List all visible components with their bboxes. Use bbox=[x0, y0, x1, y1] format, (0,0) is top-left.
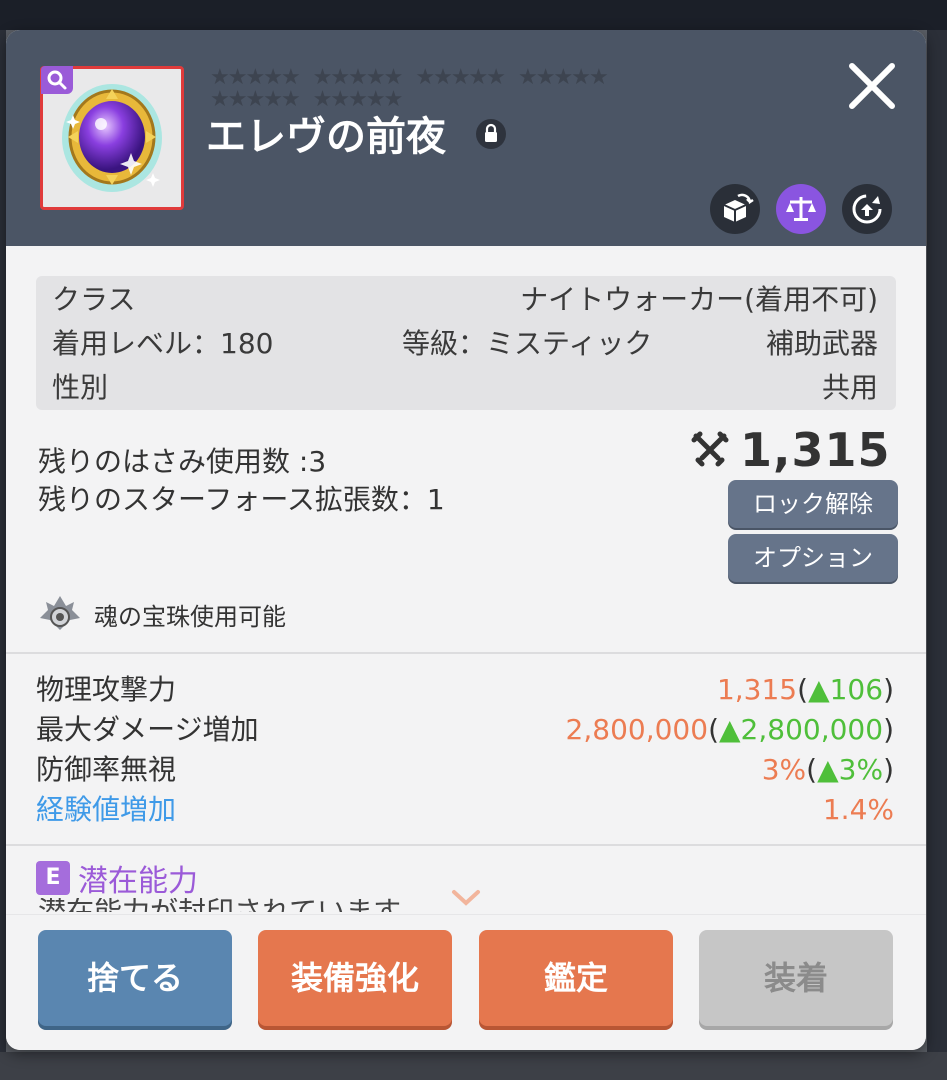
equip-button[interactable]: 装着 bbox=[699, 930, 893, 1026]
stat-main-value: 3% bbox=[761, 753, 807, 786]
star: ★ bbox=[312, 65, 333, 90]
starforce-stars: ★ ★ ★ ★ ★ ★ ★ ★ ★ ★ ★ ★ ★ ★ ★ ★ ★ ★ ★ ★ ★ ★ ★ ★ ★ ★ ★ ★ ★ ★ bbox=[210, 67, 710, 111]
stat-label: 物理攻撃力 bbox=[36, 673, 177, 706]
unlock-button[interactable]: ロック解除 bbox=[728, 480, 898, 528]
search-icon bbox=[47, 70, 67, 90]
stat-row-max-damage: 最大ダメージ増加 2,800,000(▲2,800,000) bbox=[36, 710, 894, 750]
stat-row-attack: 物理攻撃力 1,315(▲106) bbox=[36, 670, 894, 710]
item-detail-dialog: ★ ★ ★ ★ ★ ★ ★ ★ ★ ★ ★ ★ ★ ★ ★ ★ ★ ★ ★ ★ ★ ★ ★ ★ ★ ★ ★ ★ ★ ★ エレヴの… bbox=[6, 30, 926, 1050]
divider bbox=[6, 652, 926, 654]
star: ★ bbox=[210, 65, 230, 90]
stat-label: 経験値増加 bbox=[36, 793, 177, 826]
star: ★ bbox=[433, 65, 453, 90]
grade-label: 等級：ミスティック bbox=[402, 327, 653, 360]
transfer-icon[interactable] bbox=[842, 184, 892, 234]
expand-button[interactable] bbox=[450, 888, 482, 912]
soul-usable: 魂の宝珠使用可能 bbox=[36, 592, 286, 636]
gender-label: 性別 bbox=[52, 371, 109, 404]
gender-value: 共用 bbox=[821, 371, 878, 404]
class-row: クラス ナイトウォーカー(着用不可) bbox=[36, 278, 896, 322]
stat-value: 1,315(▲106) bbox=[716, 673, 894, 706]
level-label: 着用レベル：180 bbox=[52, 327, 274, 360]
stat-main-value: 1,315 bbox=[716, 673, 798, 706]
star: ★ bbox=[450, 65, 471, 90]
star: ★ bbox=[280, 87, 301, 112]
combat-power: 1,315 bbox=[690, 422, 891, 478]
class-value: ナイトウォーカー(着用不可) bbox=[520, 283, 878, 316]
discard-button[interactable]: 捨てる bbox=[38, 930, 232, 1026]
scissors-remaining: 残りのはさみ使用数 :3 bbox=[38, 445, 327, 478]
star: ★ bbox=[280, 65, 301, 90]
stat-bonus: 106 bbox=[829, 673, 884, 706]
star: ★ bbox=[263, 65, 283, 90]
stat-row-ignore-defense: 防御率無視 3%(▲3%) bbox=[36, 750, 894, 790]
enhance-button[interactable]: 装備強化 bbox=[258, 930, 452, 1026]
star: ★ bbox=[348, 87, 368, 112]
potential-description: 潜在能力が封印されています bbox=[38, 898, 401, 912]
class-label: クラス bbox=[52, 283, 136, 316]
star: ★ bbox=[263, 87, 283, 112]
star: ★ bbox=[383, 65, 404, 90]
star: ★ bbox=[330, 65, 350, 90]
star: ★ bbox=[227, 65, 248, 90]
star: ★ bbox=[210, 87, 230, 112]
bottom-bar bbox=[0, 1052, 947, 1080]
star: ★ bbox=[365, 87, 386, 112]
close-button[interactable] bbox=[842, 56, 902, 116]
star: ★ bbox=[245, 87, 265, 112]
chevron-down-icon bbox=[452, 890, 480, 906]
potential-grade-badge: E bbox=[36, 861, 70, 895]
close-icon bbox=[849, 63, 895, 109]
type-value: 補助武器 bbox=[765, 327, 878, 360]
stat-bonus: 2,800,000 bbox=[740, 713, 884, 746]
stat-main-value: 2,800,000 bbox=[565, 713, 709, 746]
soul-icon bbox=[40, 596, 80, 630]
magnify-badge[interactable] bbox=[41, 66, 73, 94]
potential-header: E 潜在能力 bbox=[36, 860, 198, 899]
star: ★ bbox=[468, 65, 489, 90]
item-name: エレヴの前夜 bbox=[206, 114, 446, 160]
star: ★ bbox=[415, 65, 435, 90]
dialog-header: ★ ★ ★ ★ ★ ★ ★ ★ ★ ★ ★ ★ ★ ★ ★ ★ ★ ★ ★ ★ ★ ★ ★ ★ ★ ★ ★ ★ ★ ★ エレヴの… bbox=[6, 30, 926, 246]
star: ★ bbox=[227, 87, 248, 112]
stat-main-value: 1.4% bbox=[822, 793, 894, 826]
star: ★ bbox=[330, 87, 350, 112]
share-icon[interactable] bbox=[710, 184, 760, 234]
gender-row: 性別 共用 bbox=[36, 366, 896, 410]
star: ★ bbox=[245, 65, 265, 90]
star: ★ bbox=[553, 65, 573, 90]
star: ★ bbox=[348, 65, 368, 90]
stat-value: 3%(▲3%) bbox=[761, 753, 894, 786]
starforce-remaining: 残りのスターフォース拡張数：1 bbox=[38, 483, 445, 516]
stat-value: 2,800,000(▲2,800,000) bbox=[565, 713, 894, 746]
soul-text: 魂の宝珠使用可能 bbox=[94, 602, 286, 631]
item-info-box: クラス ナイトウォーカー(着用不可) 着用レベル：180 等級：ミスティック 補… bbox=[36, 276, 896, 410]
stat-label: 防御率無視 bbox=[36, 753, 177, 786]
star: ★ bbox=[383, 87, 404, 112]
star: ★ bbox=[486, 65, 506, 90]
stat-row-exp: 経験値増加 1.4% bbox=[36, 790, 894, 830]
combat-power-value: 1,315 bbox=[740, 423, 891, 477]
star: ★ bbox=[535, 65, 556, 90]
level-row: 着用レベル：180 等級：ミスティック 補助武器 bbox=[36, 322, 896, 366]
star: ★ bbox=[588, 65, 609, 90]
stat-label: 最大ダメージ増加 bbox=[36, 713, 259, 746]
swords-icon bbox=[691, 431, 729, 467]
star: ★ bbox=[518, 65, 538, 90]
stat-bonus: 3% bbox=[838, 753, 884, 786]
top-bar bbox=[0, 0, 947, 30]
compare-icon[interactable] bbox=[776, 184, 826, 234]
star: ★ bbox=[571, 65, 591, 90]
star: ★ bbox=[312, 87, 333, 112]
lock-icon bbox=[476, 119, 506, 149]
background-right bbox=[927, 30, 947, 1052]
star: ★ bbox=[365, 65, 386, 90]
option-button[interactable]: オプション bbox=[728, 534, 898, 582]
divider bbox=[6, 844, 926, 846]
appraise-button[interactable]: 鑑定 bbox=[479, 930, 673, 1026]
potential-title: 潜在能力 bbox=[78, 864, 198, 899]
